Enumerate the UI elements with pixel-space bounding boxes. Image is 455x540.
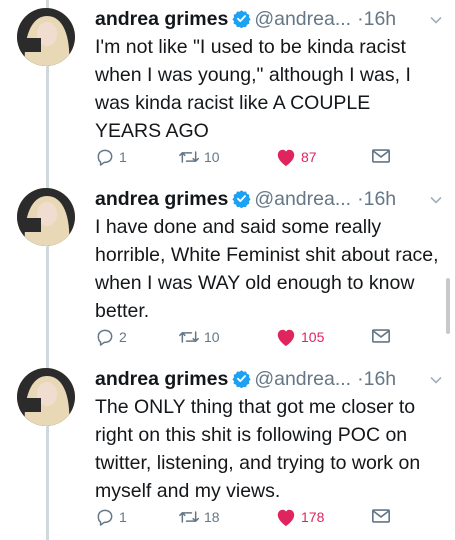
reply-button[interactable]: 2 (95, 327, 127, 347)
direct-message-button[interactable] (371, 147, 391, 165)
avatar-image (17, 188, 75, 246)
tweet-text: I'm not like "I used to be kinda racist … (95, 36, 411, 142)
heart-icon (277, 149, 295, 167)
avatar[interactable] (17, 368, 75, 426)
retweet-count: 18 (204, 509, 220, 525)
chevron-down-icon[interactable] (429, 369, 443, 393)
timestamp[interactable]: 16h (364, 368, 397, 390)
tweet-text: I have done and said some really horribl… (95, 216, 439, 322)
direct-message-icon (372, 149, 390, 163)
avatar[interactable] (17, 8, 75, 66)
reply-button[interactable]: 1 (95, 507, 127, 527)
reply-icon (97, 509, 113, 526)
retweet-icon (179, 331, 199, 343)
retweet-icon (179, 511, 199, 523)
verified-badge-icon (232, 369, 251, 394)
tweet-text: The ONLY thing that got me closer to rig… (95, 396, 421, 502)
author-handle[interactable]: @andrea... (254, 368, 351, 390)
like-count: 178 (301, 509, 325, 525)
author-handle[interactable]: @andrea... (254, 8, 351, 30)
heart-icon (277, 509, 295, 527)
avatar-image (17, 368, 75, 426)
like-button[interactable]: 178 (275, 507, 324, 527)
direct-message-button[interactable] (371, 507, 391, 525)
tweet[interactable]: andrea grimes @andrea... ·16h I'm not like… (0, 0, 455, 180)
tweet[interactable]: andrea grimes @andrea... ·16h The ONLY thi… (0, 360, 455, 540)
retweet-count: 10 (204, 329, 220, 345)
retweet-count: 10 (204, 149, 220, 165)
author-name[interactable]: andrea grimes (95, 368, 228, 390)
like-button[interactable]: 87 (275, 147, 317, 167)
reply-count: 1 (119, 509, 127, 525)
heart-icon (277, 329, 295, 347)
retweet-button[interactable]: 18 (178, 507, 220, 527)
like-button[interactable]: 105 (275, 327, 324, 347)
chevron-down-icon[interactable] (429, 189, 443, 213)
reply-count: 1 (119, 149, 127, 165)
tweet-actions: 1 18 178 (95, 507, 395, 531)
direct-message-button[interactable] (371, 327, 391, 345)
avatar[interactable] (17, 188, 75, 246)
tweet-actions: 2 10 105 (95, 327, 395, 351)
reply-icon (97, 329, 113, 346)
reply-count: 2 (119, 329, 127, 345)
direct-message-icon (372, 509, 390, 523)
author-name[interactable]: andrea grimes (95, 188, 228, 210)
reply-icon (97, 149, 113, 166)
retweet-button[interactable]: 10 (178, 327, 220, 347)
verified-badge-icon (232, 9, 251, 34)
verified-badge-icon (232, 189, 251, 214)
tweet-actions: 1 10 87 (95, 147, 395, 171)
author-name[interactable]: andrea grimes (95, 8, 228, 30)
retweet-button[interactable]: 10 (178, 147, 220, 167)
timestamp[interactable]: 16h (364, 188, 397, 210)
direct-message-icon (372, 329, 390, 343)
retweet-icon (179, 151, 199, 163)
like-count: 87 (301, 149, 317, 165)
author-handle[interactable]: @andrea... (254, 188, 351, 210)
avatar-image (17, 8, 75, 66)
chevron-down-icon[interactable] (429, 9, 443, 33)
reply-button[interactable]: 1 (95, 147, 127, 167)
timestamp[interactable]: 16h (364, 8, 397, 30)
like-count: 105 (301, 329, 325, 345)
tweet[interactable]: andrea grimes @andrea... ·16h I have done … (0, 180, 455, 360)
